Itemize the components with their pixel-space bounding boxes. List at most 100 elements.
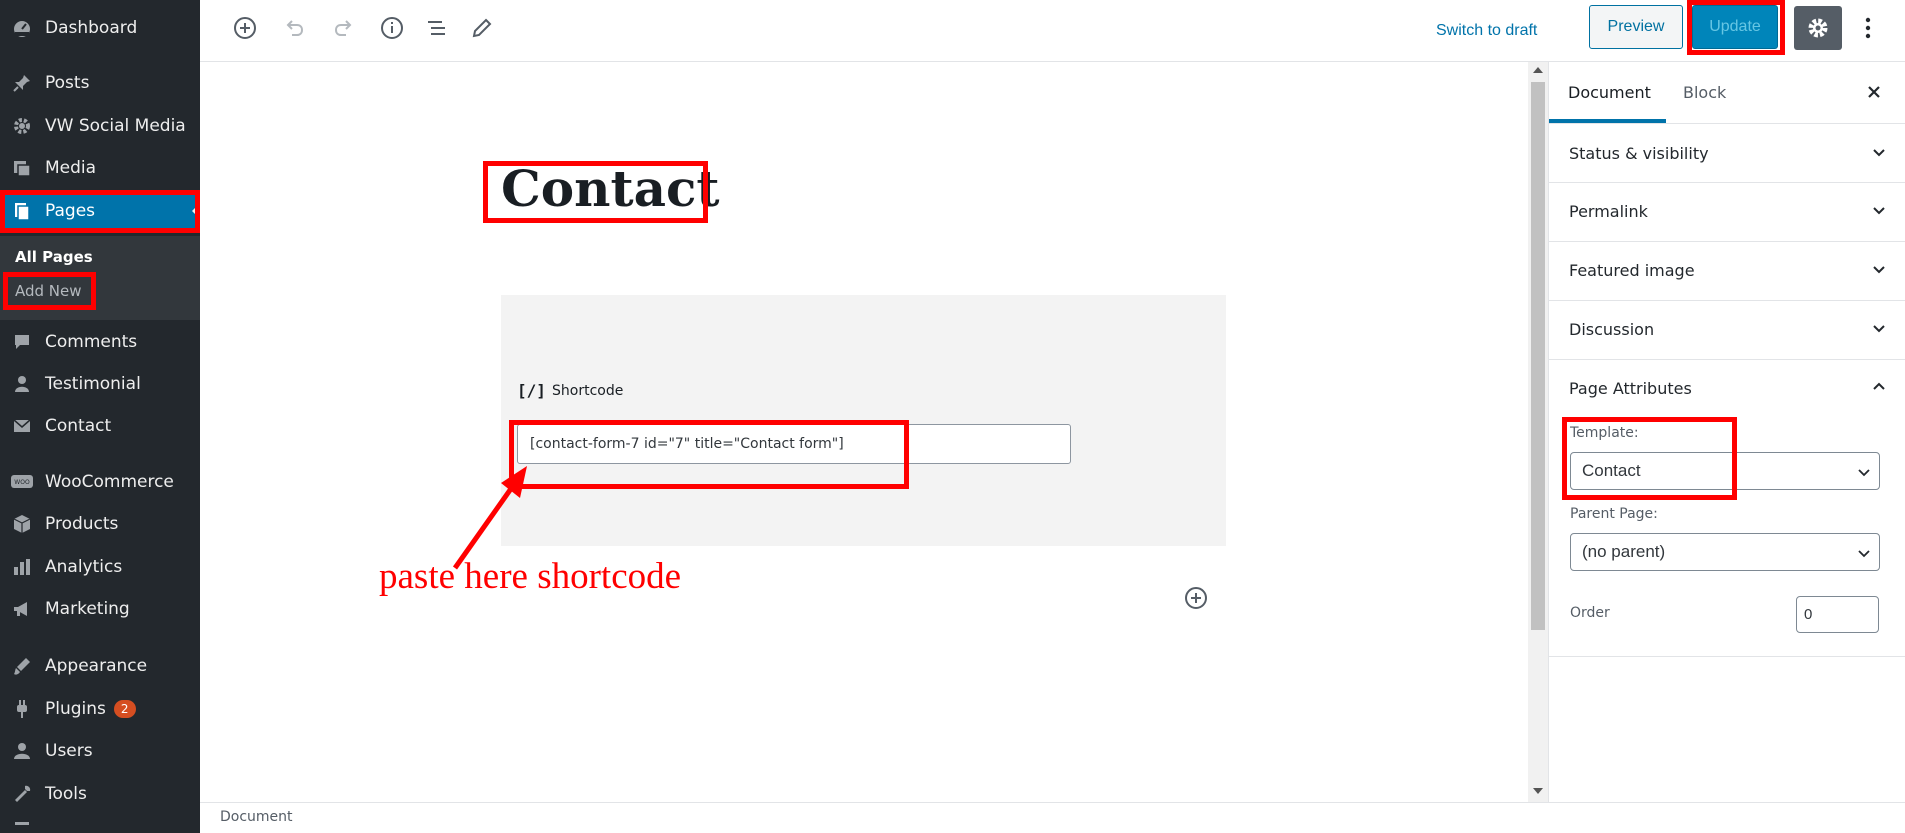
panel-title: Status & visibility bbox=[1569, 144, 1709, 163]
menu-woocommerce[interactable]: WOO WooCommerce bbox=[0, 462, 200, 502]
menu-label: WooCommerce bbox=[45, 472, 174, 492]
panel-discussion[interactable]: Discussion bbox=[1549, 301, 1905, 360]
menu-label: Appearance bbox=[45, 656, 148, 676]
person-icon bbox=[11, 373, 33, 395]
panel-status-visibility[interactable]: Status & visibility bbox=[1549, 124, 1905, 183]
menu-media[interactable]: Media bbox=[0, 148, 200, 188]
settings-gear-button[interactable] bbox=[1794, 6, 1842, 50]
menu-comments[interactable]: Comments bbox=[0, 322, 200, 362]
chevron-down-icon bbox=[1858, 550, 1870, 558]
parent-page-value: (no parent) bbox=[1582, 542, 1666, 561]
svg-text:WOO: WOO bbox=[14, 479, 30, 486]
switch-to-draft-button[interactable]: Switch to draft bbox=[1436, 14, 1537, 48]
megaphone-icon bbox=[11, 598, 33, 620]
panel-title: Featured image bbox=[1569, 261, 1695, 280]
annotation-text: paste here shortcode bbox=[379, 556, 682, 597]
menu-label: Products bbox=[45, 514, 119, 534]
menu-products[interactable]: Products bbox=[0, 504, 200, 544]
admin-sidebar: Dashboard Posts VW Social Media Media Pa… bbox=[0, 0, 200, 833]
menu-users[interactable]: Users bbox=[0, 731, 200, 771]
brush-icon bbox=[11, 655, 33, 677]
media-icon bbox=[11, 157, 33, 179]
tab-block[interactable]: Block bbox=[1683, 83, 1726, 102]
menu-contact[interactable]: Contact bbox=[0, 406, 200, 446]
menu-analytics[interactable]: Analytics bbox=[0, 547, 200, 587]
chevron-down-icon bbox=[1858, 469, 1870, 477]
chart-icon bbox=[11, 556, 33, 578]
menu-marketing[interactable]: Marketing bbox=[0, 589, 200, 629]
chevron-down-icon bbox=[1873, 149, 1885, 157]
menu-dashboard[interactable]: Dashboard bbox=[0, 8, 200, 48]
editor-header-toolbar: Switch to draft Preview Update bbox=[200, 0, 1905, 62]
panel-permalink[interactable]: Permalink bbox=[1549, 183, 1905, 242]
settings-tabs: Document Block bbox=[1549, 62, 1905, 124]
parent-page-label: Parent Page: bbox=[1570, 506, 1658, 522]
comment-icon bbox=[11, 331, 33, 353]
highlight-template bbox=[1562, 417, 1737, 500]
order-input[interactable]: 0 bbox=[1796, 596, 1879, 633]
highlight-pages bbox=[0, 190, 200, 233]
chevron-down-icon bbox=[1873, 207, 1885, 215]
woo-icon: WOO bbox=[11, 471, 33, 493]
editor-scrollbar[interactable] bbox=[1528, 62, 1548, 802]
scrollbar-thumb[interactable] bbox=[1531, 82, 1545, 630]
inserter-plus-icon[interactable] bbox=[1184, 586, 1208, 610]
info-icon[interactable] bbox=[378, 14, 406, 42]
menu-label: Dashboard bbox=[45, 18, 138, 38]
menu-label-text: Plugins bbox=[45, 699, 106, 719]
panel-title: Permalink bbox=[1569, 202, 1648, 221]
menu-label: Testimonial bbox=[45, 374, 141, 394]
redo-icon[interactable] bbox=[330, 14, 358, 42]
undo-icon[interactable] bbox=[280, 14, 308, 42]
pin-icon bbox=[11, 72, 33, 94]
menu-tools[interactable]: Tools bbox=[0, 774, 200, 814]
editor-footer: Document bbox=[200, 802, 1905, 833]
highlight-title bbox=[483, 161, 708, 223]
menu-label: Tools bbox=[45, 784, 87, 804]
order-label: Order bbox=[1570, 605, 1610, 621]
panel-title: Discussion bbox=[1569, 320, 1655, 339]
chevron-down-icon bbox=[1873, 266, 1885, 274]
wrench-icon bbox=[11, 783, 33, 805]
box-icon bbox=[11, 513, 33, 535]
chevron-up-icon[interactable] bbox=[1872, 379, 1886, 393]
panel-title[interactable]: Page Attributes bbox=[1569, 379, 1692, 398]
menu-vw-social-media[interactable]: VW Social Media bbox=[0, 106, 200, 146]
menu-label: Analytics bbox=[45, 557, 123, 577]
highlight-shortcode bbox=[509, 420, 909, 489]
pencil-icon[interactable] bbox=[468, 14, 496, 42]
dashboard-icon bbox=[11, 17, 33, 39]
mail-icon bbox=[11, 415, 33, 437]
menu-plugins[interactable]: Plugins 2 bbox=[0, 689, 200, 729]
scroll-down-arrow-icon[interactable] bbox=[1533, 788, 1543, 794]
tab-document[interactable]: Document bbox=[1568, 83, 1651, 102]
plug-icon bbox=[11, 698, 33, 720]
tab-document-underline bbox=[1549, 119, 1666, 123]
breadcrumb[interactable]: Document bbox=[220, 809, 293, 825]
scroll-up-arrow-icon[interactable] bbox=[1533, 67, 1543, 73]
highlight-add-new bbox=[3, 272, 96, 310]
block-navigation-icon[interactable] bbox=[423, 14, 451, 42]
menu-label: Contact bbox=[45, 416, 112, 436]
menu-testimonial[interactable]: Testimonial bbox=[0, 364, 200, 404]
highlight-update bbox=[1687, 0, 1785, 55]
more-options-button[interactable] bbox=[1856, 10, 1880, 46]
gear-icon bbox=[1808, 18, 1828, 38]
menu-posts[interactable]: Posts bbox=[0, 63, 200, 103]
block-label: Shortcode bbox=[552, 383, 624, 399]
gear-icon bbox=[11, 115, 33, 137]
parent-page-select[interactable]: (no parent) bbox=[1570, 533, 1880, 571]
close-icon[interactable] bbox=[1862, 80, 1886, 104]
panel-featured-image[interactable]: Featured image bbox=[1549, 242, 1905, 301]
preview-button[interactable]: Preview bbox=[1589, 5, 1683, 49]
menu-label: Marketing bbox=[45, 599, 130, 619]
order-value: 0 bbox=[1804, 606, 1813, 623]
menu-appearance[interactable]: Appearance bbox=[0, 646, 200, 686]
update-count-badge: 2 bbox=[113, 700, 136, 718]
menu-label: Posts bbox=[45, 73, 90, 93]
menu-settings-partial[interactable] bbox=[0, 818, 200, 833]
add-block-icon[interactable] bbox=[231, 14, 259, 42]
panel-page-attributes: Page Attributes Template: Contact Parent… bbox=[1549, 360, 1905, 657]
menu-label: Comments bbox=[45, 332, 138, 352]
submenu-all-pages[interactable]: All Pages bbox=[15, 248, 93, 266]
